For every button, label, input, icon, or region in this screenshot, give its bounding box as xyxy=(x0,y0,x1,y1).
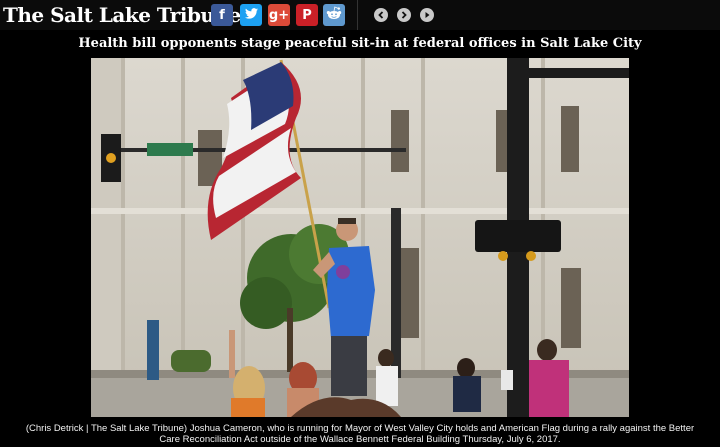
twitter-share-button[interactable] xyxy=(240,4,262,26)
reddit-share-button[interactable] xyxy=(323,4,345,26)
header-divider xyxy=(357,0,358,30)
next-button[interactable] xyxy=(397,8,411,22)
top-bar: The Salt Lake Tribune f g+ P xyxy=(0,0,720,30)
pinterest-share-button[interactable]: P xyxy=(296,4,318,26)
facebook-icon: f xyxy=(219,7,225,23)
facebook-share-button[interactable]: f xyxy=(211,4,233,26)
flag-rally-photo xyxy=(91,58,629,417)
article-headline: Health bill opponents stage peaceful sit… xyxy=(78,36,642,51)
twitter-icon xyxy=(244,7,258,23)
play-button[interactable] xyxy=(420,8,434,22)
pinterest-icon: P xyxy=(302,7,312,23)
arrow-right-icon xyxy=(401,11,407,19)
play-icon xyxy=(425,12,430,18)
arrow-left-icon xyxy=(378,11,384,19)
reddit-icon xyxy=(326,6,342,24)
site-logo[interactable]: The Salt Lake Tribune xyxy=(3,2,241,28)
previous-button[interactable] xyxy=(374,8,388,22)
photo-caption: (Chris Detrick | The Salt Lake Tribune) … xyxy=(25,423,695,445)
google-plus-share-button[interactable]: g+ xyxy=(268,4,290,26)
google-plus-icon: g+ xyxy=(268,7,290,23)
news-photo[interactable] xyxy=(91,58,629,417)
